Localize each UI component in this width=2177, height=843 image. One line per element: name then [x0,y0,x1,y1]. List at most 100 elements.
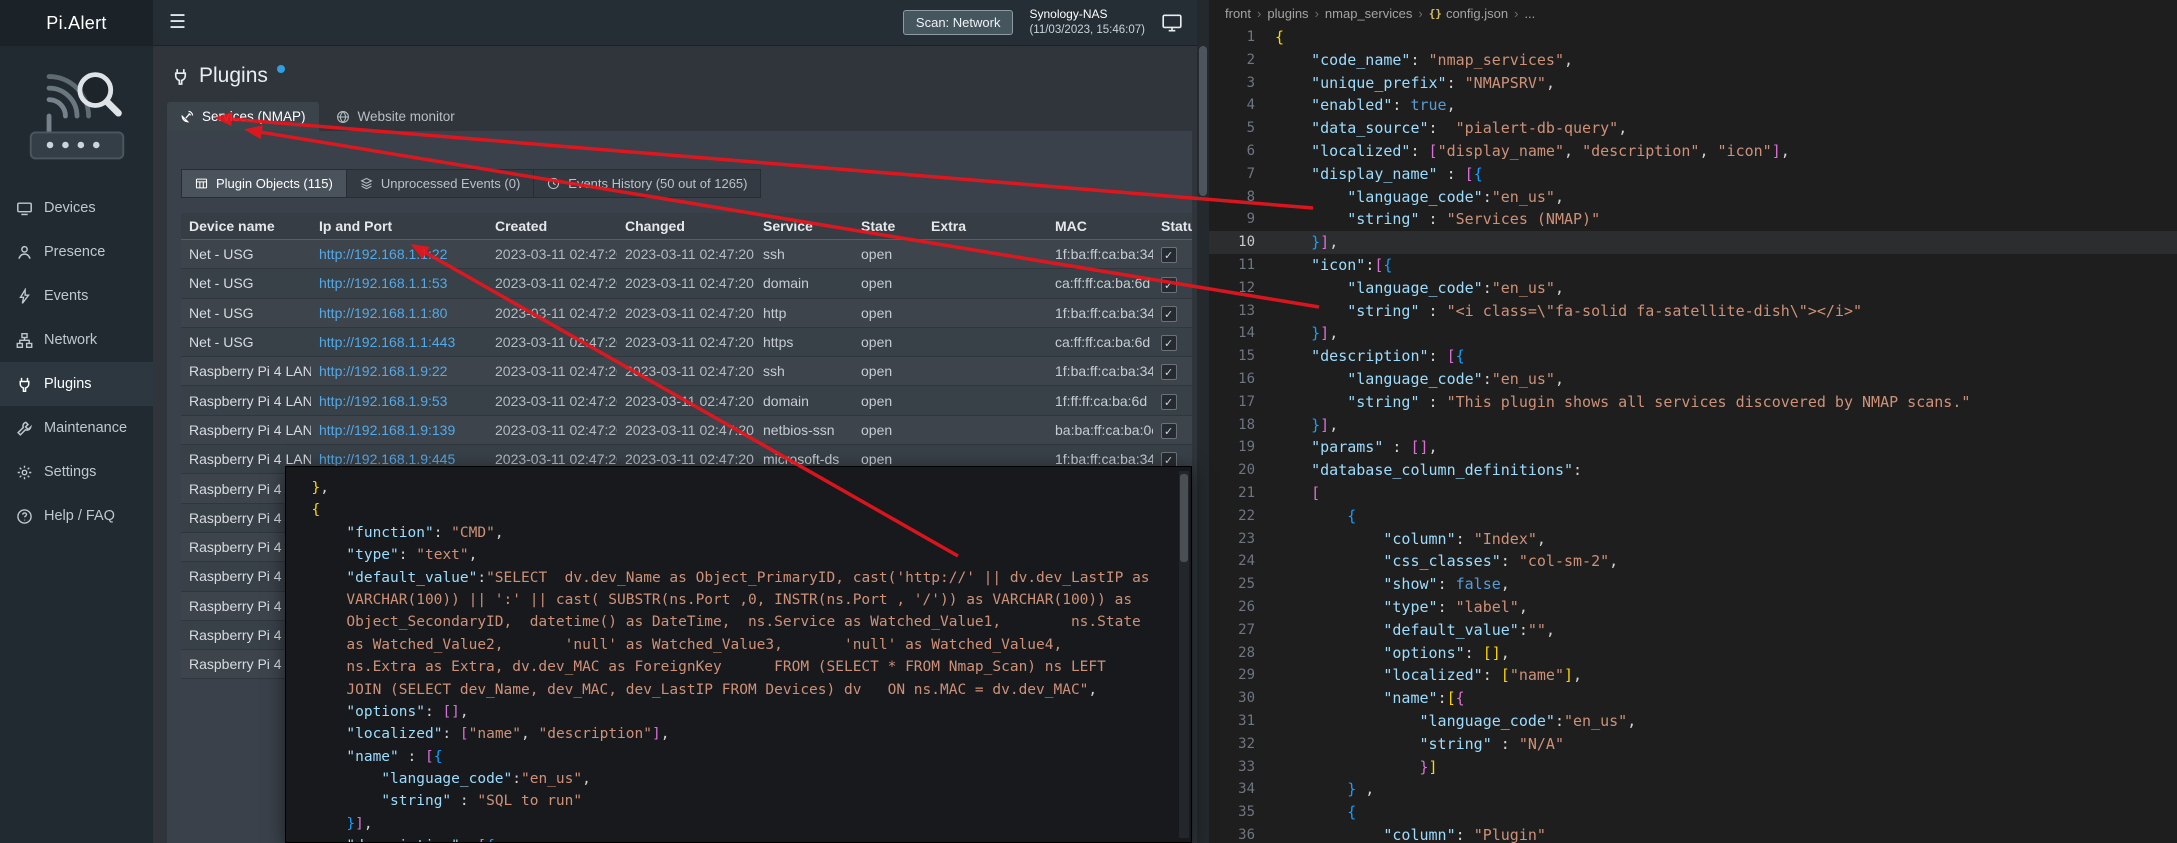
column-header-mac[interactable]: MAC [1047,213,1153,240]
ip-port-link[interactable]: http://192.168.1.1:443 [319,334,455,350]
brand[interactable]: Pi.Alert [0,0,153,46]
editor-line[interactable]: 15 "description": [{ [1209,345,2177,368]
editor-line[interactable]: 27 "default_value":"", [1209,619,2177,642]
ip-port-link[interactable]: http://192.168.1.1:53 [319,275,447,291]
editor-line[interactable]: 29 "localized": ["name"], [1209,664,2177,687]
editor-line[interactable]: 23 "column": "Index", [1209,528,2177,551]
editor-line[interactable]: 13 "string" : "<i class=\"fa-solid fa-sa… [1209,300,2177,323]
editor-line[interactable]: 32 "string" : "N/A" [1209,733,2177,756]
editor-line[interactable]: 7 "display_name" : [{ [1209,163,2177,186]
ip-port-link[interactable]: http://192.168.1.9:22 [319,363,447,379]
subtab-plugin-objects-115[interactable]: Plugin Objects (115) [181,169,347,198]
cell-extra [923,298,1047,327]
cell-state: open [853,415,923,444]
editor-line[interactable]: 25 "show": false, [1209,573,2177,596]
sidebar-item-devices[interactable]: Devices [0,186,153,230]
subtab-unprocessed-events-0[interactable]: Unprocessed Events (0) [347,169,534,198]
overlay-scrollbar-thumb[interactable] [1180,474,1188,562]
editor-line[interactable]: 35 { [1209,801,2177,824]
column-header-status[interactable]: Status [1153,213,1192,240]
cell-mac: ca:ff:ff:ca:ba:6d [1047,269,1153,298]
editor-line[interactable]: 12 "language_code":"en_us", [1209,277,2177,300]
sidebar-item-help-faq[interactable]: Help / FAQ [0,494,153,538]
editor-line[interactable]: 17 "string" : "This plugin shows all ser… [1209,391,2177,414]
line-content: "icon":[{ [1255,254,1392,277]
breadcrumb-item-config-json[interactable]: {}config.json [1429,6,1508,21]
editor-line[interactable]: 22 { [1209,505,2177,528]
tab-website-monitor[interactable]: Website monitor [323,102,468,131]
breadcrumb-item-plugins[interactable]: plugins [1267,6,1308,21]
ip-port-link[interactable]: http://192.168.1.9:445 [319,451,455,467]
ip-port-link[interactable]: http://192.168.1.1:80 [319,305,447,321]
sidebar-item-events[interactable]: Events [0,274,153,318]
editor-line[interactable]: 8 "language_code":"en_us", [1209,186,2177,209]
editor-line[interactable]: 20 "database_column_definitions": [1209,459,2177,482]
line-number: 28 [1209,642,1255,665]
status-checkbox[interactable] [1161,394,1177,410]
status-checkbox[interactable] [1161,364,1177,380]
status-checkbox[interactable] [1161,277,1177,293]
cell-mac: 1f:ff:ff:ca:ba:6d [1047,386,1153,415]
editor-line[interactable]: 3 "unique_prefix": "NMAPSRV", [1209,72,2177,95]
editor-line[interactable]: 2 "code_name": "nmap_services", [1209,49,2177,72]
overlay-line: }], [294,813,1165,835]
editor-line[interactable]: 18 }], [1209,414,2177,437]
editor-line[interactable]: 11 "icon":[{ [1209,254,2177,277]
column-header-changed[interactable]: Changed [617,213,755,240]
status-checkbox[interactable] [1161,423,1177,439]
editor-line[interactable]: 1{ [1209,26,2177,49]
editor-line[interactable]: 19 "params" : [], [1209,436,2177,459]
editor-line[interactable]: 9 "string" : "Services (NMAP)" [1209,208,2177,231]
breadcrumb-item-front[interactable]: front [1225,6,1251,21]
editor-line[interactable]: 36 "column": "Plugin" [1209,824,2177,843]
column-header-device-name[interactable]: Device name [181,213,311,240]
sidebar-item-label: Devices [44,200,96,216]
overlay-scrollbar[interactable] [1179,471,1189,838]
column-header-state[interactable]: State [853,213,923,240]
cell-mac: ca:ff:ff:ca:ba:6d [1047,327,1153,356]
column-header-created[interactable]: Created [487,213,617,240]
subtab-events-history-50-out-of-1265[interactable]: Events History (50 out of 1265) [534,169,761,198]
status-checkbox[interactable] [1161,335,1177,351]
editor-line[interactable]: 28 "options": [], [1209,642,2177,665]
editor-line[interactable]: 5 "data_source": "pialert-db-query", [1209,117,2177,140]
column-header-extra[interactable]: Extra [923,213,1047,240]
ip-port-link[interactable]: http://192.168.1.9:53 [319,393,447,409]
editor-line[interactable]: 14 }], [1209,322,2177,345]
editor-line[interactable]: 4 "enabled": true, [1209,94,2177,117]
navbar-device-icon[interactable] [1161,12,1183,34]
editor-line[interactable]: 31 "language_code":"en_us", [1209,710,2177,733]
sidebar-item-plugins[interactable]: Plugins [0,362,153,406]
sidebar-item-presence[interactable]: Presence [0,230,153,274]
sidebar-item-network[interactable]: Network [0,318,153,362]
editor-line[interactable]: 21 [ [1209,482,2177,505]
editor-line[interactable]: 33 }] [1209,756,2177,779]
ip-port-link[interactable]: http://192.168.1.9:139 [319,422,455,438]
column-header-ip-and-port[interactable]: Ip and Port [311,213,487,240]
column-header-service[interactable]: Service [755,213,853,240]
cell-mac: ba:ba:ff:ca:ba:0c [1047,415,1153,444]
nas-name: Synology-NAS [1029,7,1145,23]
editor-line[interactable]: 34 } , [1209,778,2177,801]
editor-line[interactable]: 10 }], [1209,231,2177,254]
status-checkbox[interactable] [1161,306,1177,322]
editor-line[interactable]: 6 "localized": ["display_name", "descrip… [1209,140,2177,163]
status-checkbox[interactable] [1161,247,1177,263]
editor-line[interactable]: 30 "name":[{ [1209,687,2177,710]
line-number: 29 [1209,664,1255,687]
app-scrollbar[interactable] [1197,0,1209,843]
menu-icon[interactable]: ☰ [169,11,186,34]
sidebar-item-maintenance[interactable]: Maintenance [0,406,153,450]
editor-code[interactable]: 1{2 "code_name": "nmap_services",3 "uniq… [1209,26,2177,843]
overlay-line: "description": [{ [294,835,1165,843]
tab-services-nmap[interactable]: Services (NMAP) [167,102,319,131]
editor-line[interactable]: 16 "language_code":"en_us", [1209,368,2177,391]
app-scrollbar-thumb[interactable] [1199,46,1207,196]
sidebar-item-settings[interactable]: Settings [0,450,153,494]
editor-line[interactable]: 24 "css_classes": "col-sm-2", [1209,550,2177,573]
info-dot[interactable] [277,65,285,73]
editor-line[interactable]: 26 "type": "label", [1209,596,2177,619]
breadcrumb-item-nmap-services[interactable]: nmap_services [1325,6,1412,21]
ip-port-link[interactable]: http://192.168.1.1:22 [319,246,447,262]
breadcrumb-item-more[interactable]: ... [1524,6,1535,21]
